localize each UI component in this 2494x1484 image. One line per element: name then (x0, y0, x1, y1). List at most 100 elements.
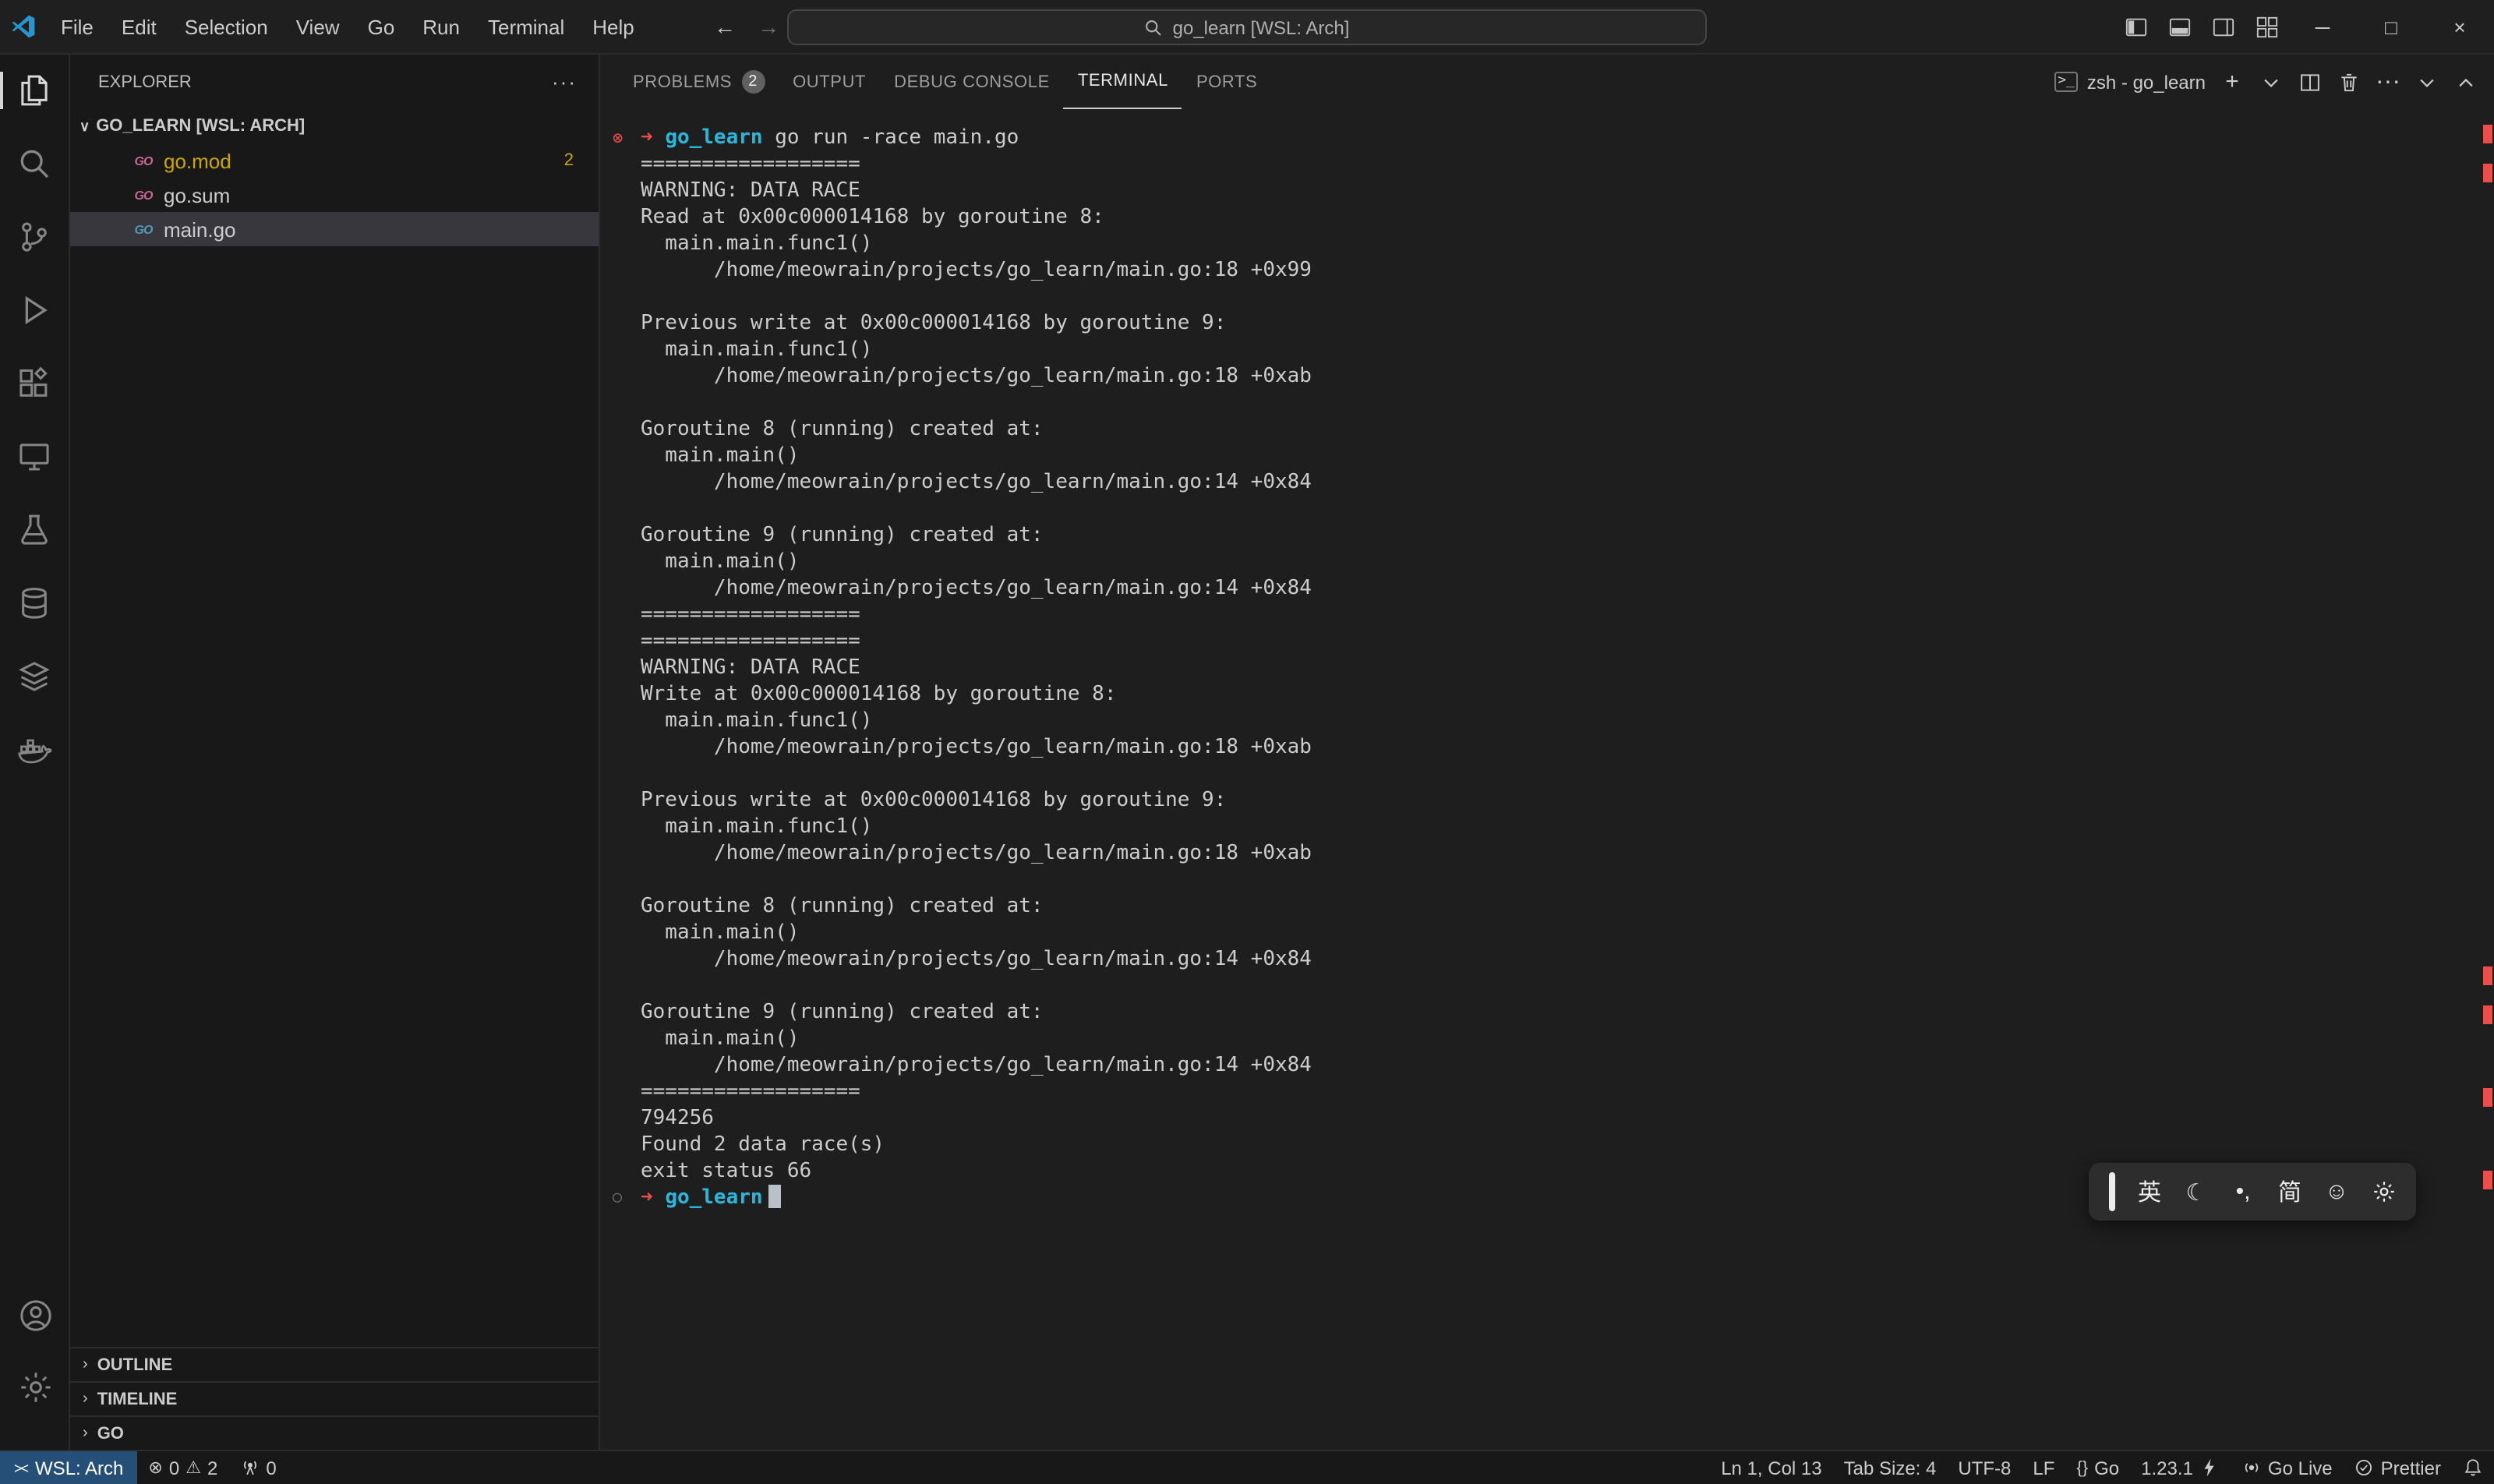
close-button[interactable]: × (2425, 0, 2494, 55)
broadcast-icon (2241, 1458, 2262, 1478)
ports-count: 0 (266, 1457, 276, 1479)
tab-label: OUTPUT (793, 72, 866, 91)
prompt-decoration-icon[interactable]: ○ (613, 1185, 622, 1211)
go-live-button[interactable]: Go Live (2231, 1450, 2344, 1484)
ruler-mark-error (2483, 1005, 2492, 1024)
file-name: go.sum (164, 183, 230, 207)
ime-halfwidth-moon-icon[interactable]: ☾ (2184, 1178, 2209, 1206)
menu-item-selection[interactable]: Selection (171, 0, 282, 54)
panel-area: PROBLEMS 2 OUTPUT DEBUG CONSOLE TERMINAL… (600, 55, 2494, 1450)
notifications-bell-icon[interactable] (2452, 1450, 2494, 1484)
tab-problems[interactable]: PROBLEMS 2 (619, 55, 779, 109)
customize-layout-icon[interactable] (2245, 0, 2288, 55)
testing-icon[interactable] (16, 511, 53, 549)
tree-root-go-learn[interactable]: ∨ GO_LEARN [WSL: ARCH] (70, 109, 599, 143)
ruler-mark-error (2483, 966, 2492, 985)
chevron-right-icon: › (83, 1390, 88, 1408)
problems-count-badge: 2 (564, 151, 574, 170)
search-view-icon[interactable] (16, 145, 53, 182)
remote-label: WSL: Arch (35, 1457, 123, 1479)
section-go[interactable]: › GO (70, 1415, 599, 1450)
file-row-go-sum[interactable]: GO go.sum (70, 178, 599, 212)
menu-item-terminal[interactable]: Terminal (474, 0, 578, 54)
terminal-dropdown-chevron-icon[interactable] (2259, 69, 2284, 94)
ime-emoji-icon[interactable]: ☺ (2324, 1178, 2349, 1205)
maximize-panel-chevron-up-icon[interactable] (2453, 69, 2478, 94)
layers-icon[interactable] (16, 658, 53, 695)
prettier-status[interactable]: Prettier (2344, 1450, 2452, 1484)
tab-debug-console[interactable]: DEBUG CONSOLE (880, 55, 1064, 109)
ime-language-toggle[interactable]: 英 (2137, 1175, 2162, 1208)
menu-item-edit[interactable]: Edit (108, 0, 171, 54)
source-control-icon[interactable] (16, 218, 53, 256)
menu-item-run[interactable]: Run (408, 0, 474, 54)
accounts-icon[interactable] (16, 1297, 54, 1334)
command-text: go run -race main.go (775, 126, 1019, 150)
section-outline[interactable]: › OUTLINE (70, 1347, 599, 1381)
new-terminal-icon[interactable]: + (2220, 69, 2245, 94)
lightning-icon (2199, 1458, 2220, 1478)
terminal-icon: >_ (2054, 72, 2078, 92)
file-row-main-go[interactable]: GO main.go (70, 212, 599, 246)
command-failed-decoration-icon[interactable]: ⊗ (613, 125, 623, 151)
go-sum-file-icon: GO (132, 188, 154, 202)
eol-sequence[interactable]: LF (2022, 1450, 2065, 1484)
forward-button[interactable]: → (758, 14, 779, 39)
language-mode[interactable]: {} Go (2065, 1450, 2130, 1484)
remote-explorer-icon[interactable] (16, 438, 53, 475)
ime-settings-gear-icon[interactable] (2371, 1180, 2396, 1203)
run-debug-icon[interactable] (16, 292, 53, 329)
split-terminal-icon[interactable] (2298, 69, 2323, 94)
minimize-button[interactable]: ─ (2288, 0, 2357, 55)
toggle-panel-icon[interactable] (2157, 0, 2201, 55)
go-version[interactable]: 1.23.1 (2130, 1450, 2231, 1484)
ime-punctuation-icon[interactable]: •, (2231, 1178, 2256, 1205)
panel-more-actions-icon[interactable]: ··· (2376, 69, 2400, 94)
back-button[interactable]: ← (714, 14, 736, 39)
command-center-search[interactable]: go_learn [WSL: Arch] (787, 9, 1707, 45)
problems-status[interactable]: ⊗ 0 ⚠ 2 (137, 1450, 228, 1484)
hide-panel-chevron-down-icon[interactable] (2415, 69, 2439, 94)
encoding[interactable]: UTF-8 (1947, 1450, 2022, 1484)
chevron-right-icon: › (83, 1356, 88, 1373)
cursor-position[interactable]: Ln 1, Col 13 (1710, 1450, 1832, 1484)
vscode-window: File Edit Selection View Go Run Terminal… (0, 0, 2494, 1484)
database-icon[interactable] (16, 585, 53, 622)
explorer-icon[interactable] (16, 72, 53, 109)
menu-item-file[interactable]: File (47, 0, 108, 54)
maximize-button[interactable]: □ (2357, 0, 2425, 55)
docker-icon[interactable] (16, 731, 53, 768)
toggle-secondary-sidebar-icon[interactable] (2201, 0, 2245, 55)
settings-gear-icon[interactable] (16, 1369, 54, 1406)
error-icon: ⊗ (148, 1458, 162, 1478)
ports-status[interactable]: 0 (228, 1450, 287, 1484)
text-caret-indicator (2109, 1172, 2115, 1211)
active-view-indicator (0, 72, 3, 109)
tab-terminal[interactable]: TERMINAL (1064, 55, 1182, 109)
toggle-sidebar-icon[interactable] (2114, 0, 2157, 55)
vscode-logo (0, 14, 47, 39)
file-row-go-mod[interactable]: GO go.mod 2 (70, 143, 599, 178)
tab-ports[interactable]: PORTS (1182, 55, 1271, 109)
menu-item-help[interactable]: Help (578, 0, 648, 54)
tab-output[interactable]: OUTPUT (779, 55, 880, 109)
menu-bar: File Edit Selection View Go Run Terminal… (47, 0, 648, 54)
search-icon (1145, 18, 1164, 37)
kill-terminal-trash-icon[interactable] (2337, 69, 2362, 94)
remote-indicator[interactable]: >< WSL: Arch (0, 1450, 137, 1484)
indentation[interactable]: Tab Size: 4 (1833, 1450, 1948, 1484)
ime-simplified-toggle[interactable]: 简 (2277, 1175, 2302, 1208)
section-label: TIMELINE (97, 1390, 178, 1408)
extensions-icon[interactable] (16, 365, 53, 402)
menu-item-go[interactable]: Go (354, 0, 409, 54)
problems-badge: 2 (741, 70, 765, 94)
error-count: 0 (169, 1457, 179, 1479)
terminal-command-line: ⊗➜ go_learn go run -race main.go (609, 125, 2494, 151)
menu-item-view[interactable]: View (282, 0, 354, 54)
section-timeline[interactable]: › TIMELINE (70, 1381, 599, 1415)
warning-count: 2 (207, 1457, 217, 1479)
explorer-more-actions-icon[interactable]: ··· (552, 70, 577, 94)
panel-tabs: PROBLEMS 2 OUTPUT DEBUG CONSOLE TERMINAL… (619, 55, 1271, 109)
terminal-instance-label[interactable]: >_ zsh - go_learn (2054, 71, 2206, 93)
tab-label: DEBUG CONSOLE (894, 72, 1050, 91)
